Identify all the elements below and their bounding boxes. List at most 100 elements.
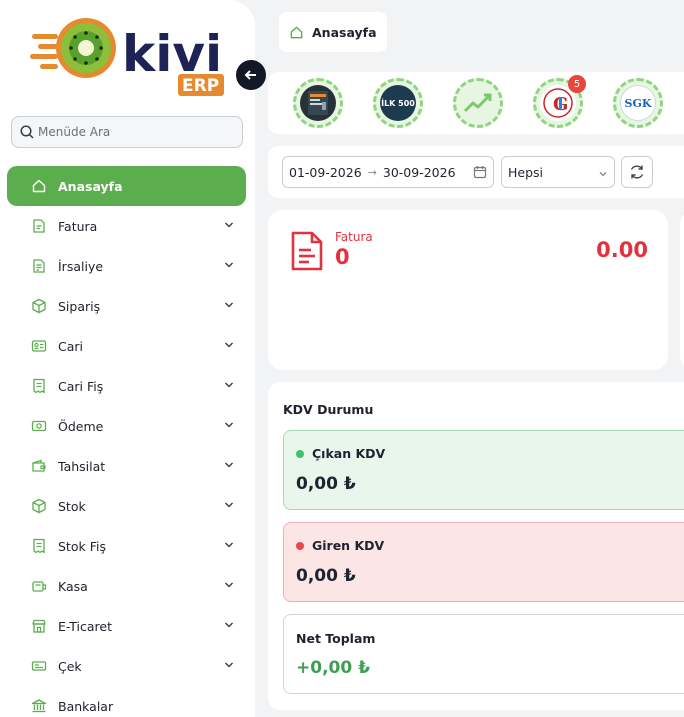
sidebar-menu: Anasayfa Fatura İrsaliye Sipariş Cari Cari Fi… [7, 166, 246, 717]
sidebar-item-fatura[interactable]: Fatura [7, 206, 246, 246]
ilk-500-text: İLK 500 [381, 98, 415, 108]
calendar-icon[interactable] [473, 165, 487, 182]
chevron-down-icon [222, 538, 236, 552]
invoice-summary-card[interactable]: Fatura 0 0.00 [268, 210, 668, 370]
net-total-value: +0,00 ₺ [296, 658, 370, 678]
sidebar-item-stok[interactable]: Stok [7, 486, 246, 526]
sidebar-item-anasayfa[interactable]: Anasayfa [7, 166, 246, 206]
home-icon [31, 178, 47, 194]
quick-links-bar: İLK 500 G 5 SGK [268, 72, 684, 134]
refresh-icon [630, 165, 644, 179]
incoming-vat-label: Giren KDV [312, 538, 385, 553]
sidebar-item-cek[interactable]: Çek [7, 646, 246, 686]
outgoing-vat-value: 0,00 ₺ [296, 474, 356, 494]
menu-search[interactable] [11, 116, 243, 148]
sidebar-item-e-ticaret[interactable]: E-Ticaret [7, 606, 246, 646]
arrow-left-icon [244, 70, 256, 80]
chevron-down-icon [222, 378, 236, 392]
sidebar-item-cari-fis[interactable]: Cari Fiş [7, 366, 246, 406]
money-icon [31, 418, 47, 434]
chevron-down-icon [222, 338, 236, 352]
gib-tile[interactable]: G 5 [533, 75, 586, 128]
kdv-title: KDV Durumu [283, 402, 374, 417]
red-dot-icon [296, 541, 304, 550]
net-total-label: Net Toplam [296, 631, 376, 646]
sgk-text: SGK [624, 96, 652, 110]
chevron-down-icon [222, 658, 236, 672]
collapse-sidebar-button[interactable] [236, 60, 266, 90]
breadcrumb-label: Anasayfa [312, 24, 377, 40]
waybill-icon [31, 258, 47, 274]
sidebar-item-label: Cari Fiş [58, 378, 104, 394]
type-select-value: Hepsi [508, 164, 544, 180]
breadcrumb[interactable]: Anasayfa [279, 12, 387, 52]
sidebar-item-label: Tahsilat [58, 458, 106, 474]
sidebar: kivi ERP Anasayfa Fatura İrsaliye Sipariş Ca… [0, 0, 255, 717]
sidebar-item-label: Sipariş [58, 298, 101, 314]
sidebar-item-label: Fatura [58, 218, 98, 234]
date-range-picker[interactable]: 01-09-2026 → 30-09-2026 [282, 156, 494, 188]
menu-search-input[interactable] [38, 125, 228, 139]
sgk-tile[interactable]: SGK [613, 78, 663, 128]
sidebar-item-siparis[interactable]: Sipariş [7, 286, 246, 326]
sidebar-item-label: Stok [58, 498, 86, 514]
notification-badge: 5 [568, 75, 586, 93]
sidebar-item-label: Stok Fiş [58, 538, 106, 554]
box-icon [31, 298, 47, 314]
sidebar-item-label: Ödeme [58, 418, 104, 434]
app-tile-1[interactable] [293, 78, 343, 128]
receipt-icon [31, 378, 47, 394]
store-icon [31, 618, 47, 634]
filter-bar: 01-09-2026 → 30-09-2026 Hepsi [268, 146, 684, 198]
growth-chart-tile[interactable] [453, 78, 503, 128]
receipt-icon [31, 538, 47, 554]
chevron-down-icon [222, 258, 236, 272]
card-label: Fatura [335, 230, 373, 244]
bank-icon [31, 698, 47, 714]
chevron-down-icon [222, 498, 236, 512]
chevron-down-icon [222, 458, 236, 472]
kivi-erp-logo[interactable]: kivi ERP [30, 16, 230, 100]
sidebar-item-odeme[interactable]: Ödeme [7, 406, 246, 446]
start-date[interactable]: 01-09-2026 [289, 165, 362, 180]
chevron-down-icon [222, 578, 236, 592]
end-date[interactable]: 30-09-2026 [383, 165, 456, 180]
sidebar-item-label: Kasa [58, 578, 88, 594]
sidebar-item-bankalar[interactable]: Bankalar [7, 686, 246, 717]
wallet-icon [31, 458, 47, 474]
incoming-vat-value: 0,00 ₺ [296, 566, 356, 586]
chevron-down-icon [598, 167, 608, 182]
growth-chart-icon [460, 85, 496, 121]
sidebar-item-label: İrsaliye [58, 258, 104, 274]
net-total-box: Net Toplam +0,00 ₺ [283, 614, 684, 694]
search-icon [20, 125, 34, 139]
refresh-button[interactable] [621, 156, 653, 188]
sidebar-item-kasa[interactable]: Kasa [7, 566, 246, 606]
svg-text:ERP: ERP [182, 76, 219, 96]
invoice-icon [31, 218, 47, 234]
green-dot-icon [296, 449, 304, 458]
sidebar-item-label: Çek [58, 658, 82, 674]
box-icon [31, 498, 47, 514]
app-tile-1-icon [300, 85, 336, 121]
ilk-500-icon: İLK 500 [380, 85, 416, 121]
main-content: Anasayfa İLK 500 G 5 SGK [266, 0, 684, 717]
kdv-panel: KDV Durumu Çıkan KDV 0,00 ₺ Giren KDV 0,… [268, 382, 684, 710]
id-card-icon [31, 338, 47, 354]
cheque-icon [31, 658, 47, 674]
sidebar-item-stok-fis[interactable]: Stok Fiş [7, 526, 246, 566]
home-icon [289, 25, 304, 40]
card-count: 0 [335, 245, 350, 269]
sidebar-item-label: E-Ticaret [58, 618, 112, 634]
outgoing-vat-label: Çıkan KDV [312, 446, 386, 461]
sidebar-item-tahsilat[interactable]: Tahsilat [7, 446, 246, 486]
chevron-down-icon [222, 218, 236, 232]
sidebar-item-label: Anasayfa [58, 178, 123, 194]
chevron-down-icon [222, 418, 236, 432]
sidebar-item-i-rsaliye[interactable]: İrsaliye [7, 246, 246, 286]
ilk-500-tile[interactable]: İLK 500 [373, 78, 423, 128]
next-card-edge [680, 210, 684, 370]
sgk-icon: SGK [620, 85, 656, 121]
sidebar-item-cari[interactable]: Cari [7, 326, 246, 366]
type-select[interactable]: Hepsi [501, 156, 615, 188]
